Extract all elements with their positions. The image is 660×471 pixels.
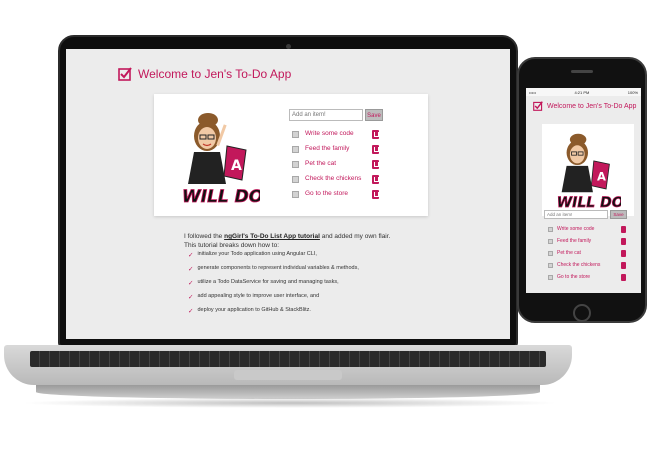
intro-line-2: This tutorial breaks down how to: [184, 242, 280, 249]
todo-item: Check the chickens [292, 175, 388, 185]
battery-level: 100% [627, 89, 638, 95]
list-item: ✓ generate components to represent indivi… [188, 265, 428, 279]
step-text: deploy your application to GitHub & Stac… [197, 307, 311, 313]
step-text: generate components to represent individ… [197, 265, 359, 271]
checkbox-logo-icon [118, 67, 132, 81]
check-mark-icon: ✓ [188, 308, 194, 315]
checkbox-logo-icon [533, 101, 543, 111]
todo-item: Pet the cat [292, 160, 388, 170]
check-mark-icon: ✓ [188, 280, 194, 287]
list-item: ✓ utilize a Todo DataService for saving a… [188, 279, 428, 293]
svg-text:WILL DO: WILL DO [182, 187, 260, 207]
todo-checkbox[interactable] [548, 227, 553, 232]
trash-icon[interactable] [372, 175, 379, 184]
trash-icon[interactable] [372, 130, 379, 139]
todo-item: Feed the family [548, 238, 628, 246]
todo-checkbox[interactable] [548, 275, 553, 280]
trash-icon[interactable] [621, 250, 626, 257]
logo-card: A WILL DO [542, 124, 634, 216]
trash-icon[interactable] [621, 226, 626, 233]
todo-checkbox[interactable] [548, 263, 553, 268]
status-time: 4:21 PM [574, 89, 590, 95]
todo-checkbox[interactable] [292, 191, 299, 198]
app-header: Welcome to Jen's To-Do App [118, 67, 291, 81]
todo-item: Write some code [548, 226, 628, 234]
add-item-input[interactable]: Add an item! [289, 109, 363, 121]
laptop-foot [36, 385, 540, 399]
todo-checkbox[interactable] [292, 146, 299, 153]
todo-card: A WILL DO Add an item! Save Write some c… [154, 94, 428, 216]
app-header: Welcome to Jen's To-Do App [533, 101, 636, 111]
todo-label: Pet the cat [305, 160, 337, 167]
svg-text:A: A [231, 158, 242, 174]
todo-label: Check the chickens [557, 262, 601, 268]
trash-icon[interactable] [621, 238, 626, 245]
todo-item: Check the chickens [548, 262, 628, 270]
list-item: ✓ initialize your Todo application using … [188, 251, 428, 265]
trash-icon[interactable] [621, 262, 626, 269]
save-button[interactable]: Save [365, 109, 383, 121]
todo-label: Feed the family [557, 238, 592, 244]
bitmoji-avatar-icon: A WILL DO [556, 133, 621, 211]
mobile-app-screen: ••••• 4:21 PM 100% Welcome to Jen's To-D… [526, 88, 641, 293]
desktop-app-screen: Welcome to Jen's To-Do App A WILL DO Add… [66, 49, 510, 339]
intro-text-end: and added my own flair. [319, 233, 391, 240]
todo-item: Pet the cat [548, 250, 628, 258]
laptop-keyboard [30, 351, 546, 367]
svg-text:A: A [597, 170, 606, 184]
status-bar: ••••• 4:21 PM 100% [526, 88, 641, 96]
tutorial-intro: I followed the ngGirl's To-Do List App t… [184, 232, 424, 250]
todo-item: Feed the family [292, 145, 388, 155]
phone-home-button[interactable] [573, 304, 591, 322]
trash-icon[interactable] [372, 145, 379, 154]
page-title: Welcome to Jen's To-Do App [138, 67, 292, 81]
laptop-shadow [20, 398, 560, 408]
todo-label: Go to the store [557, 274, 591, 280]
tutorial-steps-list: ✓ initialize your Todo application using … [188, 251, 428, 321]
todo-label: Feed the family [305, 145, 350, 152]
todo-item: Go to the store [548, 274, 628, 282]
todo-checkbox[interactable] [292, 161, 299, 168]
todo-checkbox[interactable] [548, 239, 553, 244]
step-text: utilize a Todo DataService for saving an… [197, 279, 339, 285]
check-mark-icon: ✓ [188, 294, 194, 301]
carrier-signal: ••••• [529, 89, 537, 95]
list-item: ✓ add appealing style to improve user int… [188, 293, 428, 307]
check-mark-icon: ✓ [188, 252, 194, 259]
todo-checkbox[interactable] [292, 131, 299, 138]
todo-item: Go to the store [292, 190, 388, 200]
bitmoji-avatar-icon: A WILL DO [182, 113, 260, 207]
step-text: initialize your Todo application using A… [197, 251, 317, 257]
trash-icon[interactable] [372, 190, 379, 199]
todo-checkbox[interactable] [292, 176, 299, 183]
intro-text: I followed the [184, 233, 225, 240]
todo-label: Write some code [305, 130, 354, 137]
todo-item: Write some code [292, 130, 388, 140]
laptop-base [4, 345, 572, 385]
trash-icon[interactable] [372, 160, 379, 169]
todo-label: Write some code [557, 226, 595, 232]
trash-icon[interactable] [621, 274, 626, 281]
phone-speaker [571, 70, 593, 73]
todo-label: Go to the store [305, 190, 348, 197]
check-mark-icon: ✓ [188, 266, 194, 273]
todo-checkbox[interactable] [548, 251, 553, 256]
todo-label: Pet the cat [557, 250, 581, 256]
svg-text:WILL DO: WILL DO [557, 195, 621, 211]
todo-label: Check the chickens [305, 175, 362, 182]
laptop-trackpad [234, 370, 342, 380]
add-item-input[interactable]: Add an item! [544, 210, 608, 219]
list-item: ✓ deploy your application to GitHub & Sta… [188, 307, 428, 321]
page-title: Welcome to Jen's To-Do App [547, 102, 637, 110]
tutorial-link[interactable]: ngGirl's To-Do List App tutorial [224, 233, 320, 240]
step-text: add appealing style to improve user inte… [197, 293, 320, 299]
save-button[interactable]: Save [610, 210, 627, 219]
